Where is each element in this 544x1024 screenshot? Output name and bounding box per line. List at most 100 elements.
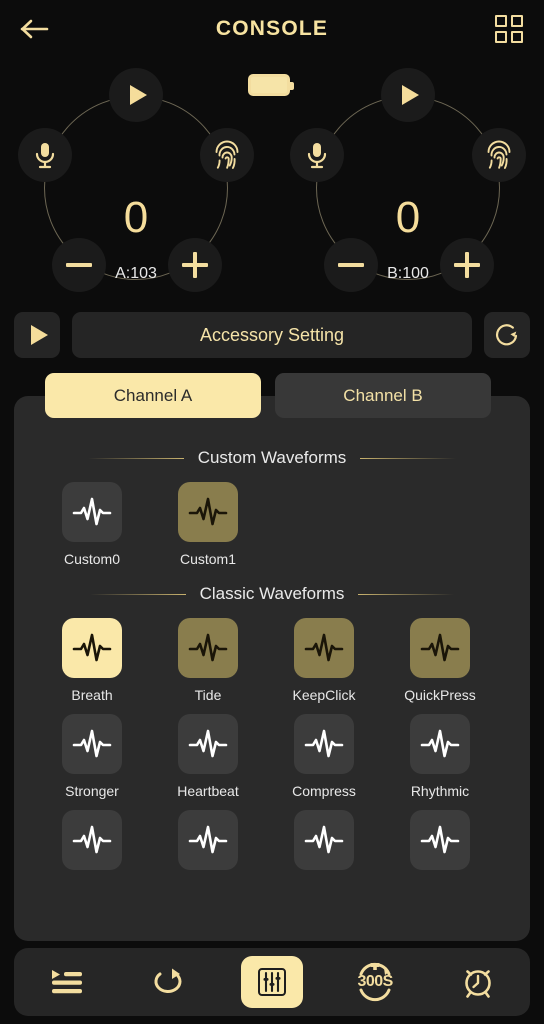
minus-icon — [336, 250, 366, 280]
channel-b-mic-button[interactable] — [290, 128, 344, 182]
waveform-label: Custom0 — [63, 551, 121, 567]
waveform-icon — [188, 497, 228, 526]
arrow-left-icon — [20, 19, 49, 39]
waveform-label: Tide — [194, 687, 222, 703]
channel-a-play-button[interactable] — [109, 68, 163, 122]
loop-icon — [154, 968, 182, 993]
waveform-tile[interactable] — [410, 810, 470, 870]
waveform-icon — [188, 729, 228, 758]
waveform-tile[interactable] — [62, 810, 122, 870]
waveform-icon — [72, 633, 112, 662]
accessory-refresh-button[interactable] — [484, 312, 530, 358]
channel-b-play-button[interactable] — [381, 68, 435, 122]
waveform-tile[interactable] — [294, 618, 354, 678]
waveform-item[interactable]: Rhythmic — [382, 714, 498, 799]
accessory-setting-button[interactable]: Accessory Setting — [72, 312, 472, 358]
channel-a-mic-button[interactable] — [18, 128, 72, 182]
custom-waveform-grid: Custom0 Custom1 — [34, 482, 510, 578]
accessory-play-button[interactable] — [14, 312, 60, 358]
section-title: Classic Waveforms — [199, 584, 345, 603]
waveform-icon — [304, 729, 344, 758]
waveform-icon — [188, 825, 228, 854]
waveform-tile[interactable] — [178, 810, 238, 870]
back-button[interactable] — [14, 10, 56, 48]
waveform-tile[interactable] — [178, 482, 238, 542]
nav-loop-button[interactable] — [138, 956, 200, 1008]
waveform-tile[interactable] — [62, 482, 122, 542]
channel-b-fingerprint-button[interactable] — [472, 128, 526, 182]
minus-icon — [64, 250, 94, 280]
fingerprint-icon — [215, 140, 239, 169]
waveform-item[interactable] — [34, 810, 150, 879]
channel-a-increase-button[interactable] — [168, 238, 222, 292]
waveform-item[interactable]: Compress — [266, 714, 382, 799]
waveform-icon — [72, 825, 112, 854]
waveform-label: Rhythmic — [410, 783, 470, 799]
channel-b-increase-button[interactable] — [440, 238, 494, 292]
waveform-item[interactable]: QuickPress — [382, 618, 498, 703]
custom-waveforms-header: Custom Waveforms — [34, 448, 510, 468]
nav-equalizer-button[interactable] — [240, 956, 303, 1008]
microphone-icon — [35, 143, 55, 169]
accessory-setting-row: Accessory Setting — [0, 312, 544, 358]
channel-a-value: 0 — [123, 193, 149, 242]
waveform-label: KeepClick — [292, 687, 356, 703]
waveform-label: QuickPress — [404, 687, 476, 703]
channel-b-label: B:100 — [387, 265, 429, 282]
waveform-tile[interactable] — [294, 810, 354, 870]
channel-a-label: A:103 — [115, 265, 157, 282]
waveform-icon — [304, 825, 344, 854]
waveform-tile[interactable] — [294, 714, 354, 774]
waveform-label: Stronger — [65, 783, 119, 799]
waveform-item[interactable]: Custom1 — [150, 482, 266, 567]
equalizer-icon — [257, 968, 286, 996]
page-title: CONSOLE — [215, 17, 329, 40]
waveform-item[interactable]: Stronger — [34, 714, 150, 799]
waveform-item[interactable]: Tide — [150, 618, 266, 703]
waveform-icon — [72, 729, 112, 758]
waveform-item[interactable]: Breath — [34, 618, 150, 703]
grid-2x2-icon — [495, 15, 523, 43]
divider-right — [360, 457, 457, 459]
waveform-item[interactable]: KeepClick — [266, 618, 382, 703]
divider-left — [89, 593, 186, 595]
channel-b-dial: 0 B:100 — [272, 60, 544, 300]
waveform-icon — [188, 633, 228, 662]
waveform-icon — [304, 633, 344, 662]
waveform-item[interactable]: Heartbeat — [150, 714, 266, 799]
waveform-label: Heartbeat — [177, 783, 239, 799]
playlist-icon — [51, 970, 82, 994]
nav-playlist-button[interactable] — [35, 956, 97, 1008]
waveform-tile[interactable] — [62, 618, 122, 678]
classic-waveform-grid: Breath Tide KeepClick QuickPress Stronger Hea… — [34, 618, 510, 890]
waveform-icon — [420, 825, 460, 854]
waveform-tile[interactable] — [410, 714, 470, 774]
tab-channel-b[interactable]: Channel B — [275, 373, 491, 418]
tab-channel-a[interactable]: Channel A — [45, 373, 261, 418]
section-title: Custom Waveforms — [197, 448, 347, 467]
channel-b-decrease-button[interactable] — [324, 238, 378, 292]
plus-icon — [180, 250, 210, 280]
waveform-item[interactable] — [150, 810, 266, 879]
waveform-tile[interactable] — [178, 618, 238, 678]
nav-timer-button[interactable]: 300S — [344, 956, 406, 1008]
stopwatch-icon: 300S — [351, 960, 399, 1004]
alarm-clock-icon — [465, 970, 492, 998]
nav-alarm-button[interactable] — [447, 956, 509, 1008]
waveform-tile[interactable] — [178, 714, 238, 774]
refresh-circle-icon — [496, 324, 518, 346]
waveform-tile[interactable] — [62, 714, 122, 774]
waveform-icon — [420, 729, 460, 758]
waveform-item[interactable] — [266, 810, 382, 879]
timer-value: 300S — [357, 973, 393, 990]
waveform-item[interactable]: Custom0 — [34, 482, 150, 567]
divider-left — [87, 457, 184, 459]
waveform-tile[interactable] — [410, 618, 470, 678]
channel-a-decrease-button[interactable] — [52, 238, 106, 292]
waveform-card: Custom Waveforms Custom0 Custom1 Classic … — [14, 396, 530, 941]
waveform-item[interactable] — [382, 810, 498, 879]
divider-right — [358, 593, 455, 595]
channel-a-fingerprint-button[interactable] — [200, 128, 254, 182]
waveform-icon — [420, 633, 460, 662]
grid-view-button[interactable] — [488, 10, 530, 48]
